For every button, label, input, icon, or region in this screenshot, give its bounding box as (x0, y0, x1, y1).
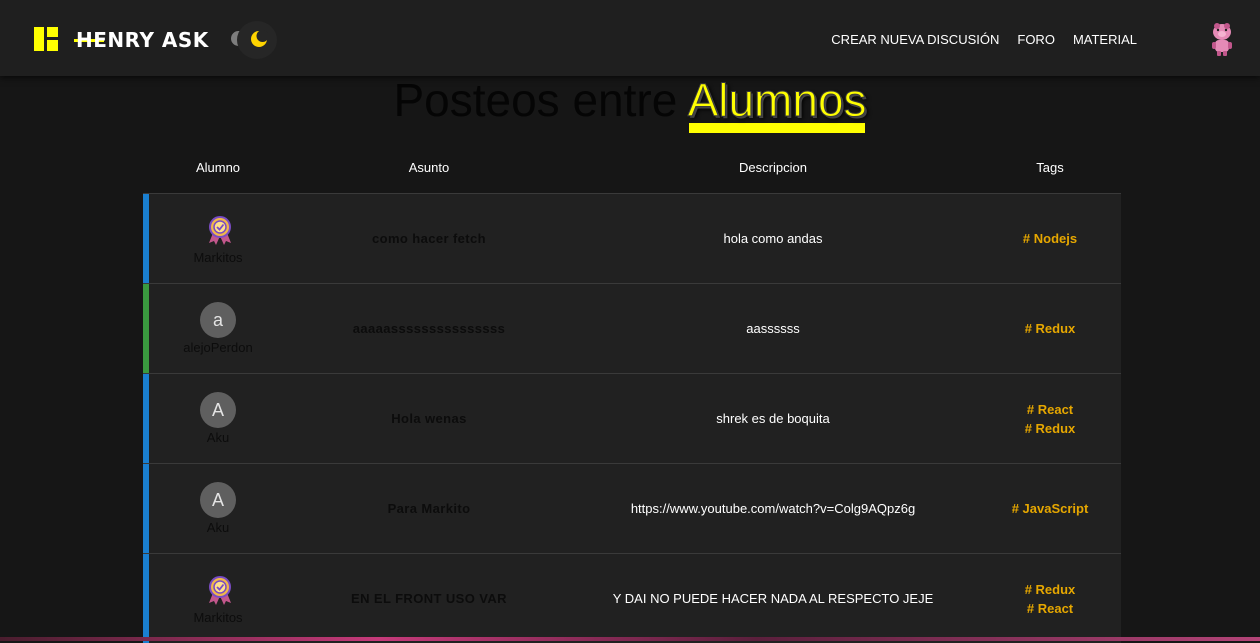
tag-link[interactable]: # Redux (1025, 419, 1076, 438)
column-header-alumno: Alumno (195, 160, 241, 175)
user-name[interactable]: Markitos (149, 610, 287, 625)
nav-forum-link[interactable]: FORO (1017, 32, 1055, 48)
user-avatar[interactable]: A (200, 482, 236, 518)
user-name[interactable]: alejoPerdon (149, 340, 287, 355)
tags-cell: # JavaScript (983, 464, 1117, 553)
award-badge-icon (209, 216, 231, 245)
tag-link[interactable]: # React (1027, 599, 1073, 618)
user-avatar[interactable]: A (200, 392, 236, 428)
table-row[interactable]: Markitos como hacer fetch hola como anda… (143, 193, 1121, 283)
page-title: Posteos entre Alumnos (0, 72, 1260, 128)
user-cell: A Aku (149, 464, 287, 553)
tags-cell: # Nodejs (983, 194, 1117, 283)
brand-name[interactable]: HENRY ASK (76, 28, 209, 52)
moon-icon (251, 30, 268, 47)
user-cell: Markitos (149, 554, 287, 643)
nav-links: CREAR NUEVA DISCUSIÓN FORO MATERIAL (831, 32, 1137, 48)
subject-cell[interactable]: Para Markito (329, 464, 529, 553)
description-cell: Y DAI NO PUEDE HACER NADA AL RESPECTO JE… (612, 591, 934, 606)
user-name[interactable]: Aku (149, 430, 287, 445)
subject-cell[interactable]: Hola wenas (329, 374, 529, 463)
description-cell: https://www.youtube.com/watch?v=Colg9AQp… (630, 501, 916, 516)
nav-create-discussion-link[interactable]: CREAR NUEVA DISCUSIÓN (831, 32, 999, 48)
subject-cell[interactable]: aaaaasssssssssssssss (329, 284, 529, 373)
table-row[interactable]: A Aku Hola wenas shrek es de boquita # R… (143, 373, 1121, 463)
page-title-accent: Alumnos (687, 74, 867, 127)
user-name[interactable]: Aku (149, 520, 287, 535)
column-header-asunto: Asunto (408, 160, 450, 175)
tag-link[interactable]: # Redux (1025, 319, 1076, 338)
subject-cell[interactable]: EN EL FRONT USO VAR (329, 554, 529, 643)
tags-cell: # Redux # React (983, 554, 1117, 643)
subject-cell[interactable]: como hacer fetch (329, 194, 529, 283)
tags-cell: # Redux (983, 284, 1117, 373)
top-navbar: HENRY ASK CREAR NUEVA DISCUSIÓN FORO MAT… (0, 0, 1260, 76)
bottom-accent-line (0, 637, 1260, 641)
user-cell: A Aku (149, 374, 287, 463)
user-cell: Markitos (149, 194, 287, 283)
tag-link[interactable]: # React (1027, 400, 1073, 419)
tag-link[interactable]: # JavaScript (1012, 499, 1089, 518)
page-title-prefix: Posteos entre (393, 74, 678, 126)
tag-link[interactable]: # Nodejs (1023, 229, 1077, 248)
table-header: Alumno Asunto Descripcion Tags (143, 150, 1121, 186)
column-header-tags: Tags (1036, 160, 1064, 175)
description-cell: hola como andas (723, 231, 823, 246)
posts-table: Markitos como hacer fetch hola como anda… (143, 193, 1121, 643)
description-cell: aassssss (746, 321, 800, 336)
henry-logo-icon[interactable] (34, 27, 58, 51)
description-cell: shrek es de boquita (716, 411, 830, 426)
column-header-descripcion: Descripcion (739, 160, 807, 175)
table-row[interactable]: a alejoPerdon aaaaasssssssssssssss aasss… (143, 283, 1121, 373)
user-cell: a alejoPerdon (149, 284, 287, 373)
table-row[interactable]: A Aku Para Markito https://www.youtube.c… (143, 463, 1121, 553)
table-row[interactable]: Markitos EN EL FRONT USO VAR Y DAI NO PU… (143, 553, 1121, 643)
user-avatar[interactable]: a (200, 302, 236, 338)
award-badge-icon (209, 576, 231, 605)
user-name[interactable]: Markitos (149, 250, 287, 265)
nav-material-link[interactable]: MATERIAL (1073, 32, 1137, 48)
pig-avatar-icon[interactable] (1208, 22, 1236, 56)
tag-link[interactable]: # Redux (1025, 580, 1076, 599)
tags-cell: # React # Redux (983, 374, 1117, 463)
